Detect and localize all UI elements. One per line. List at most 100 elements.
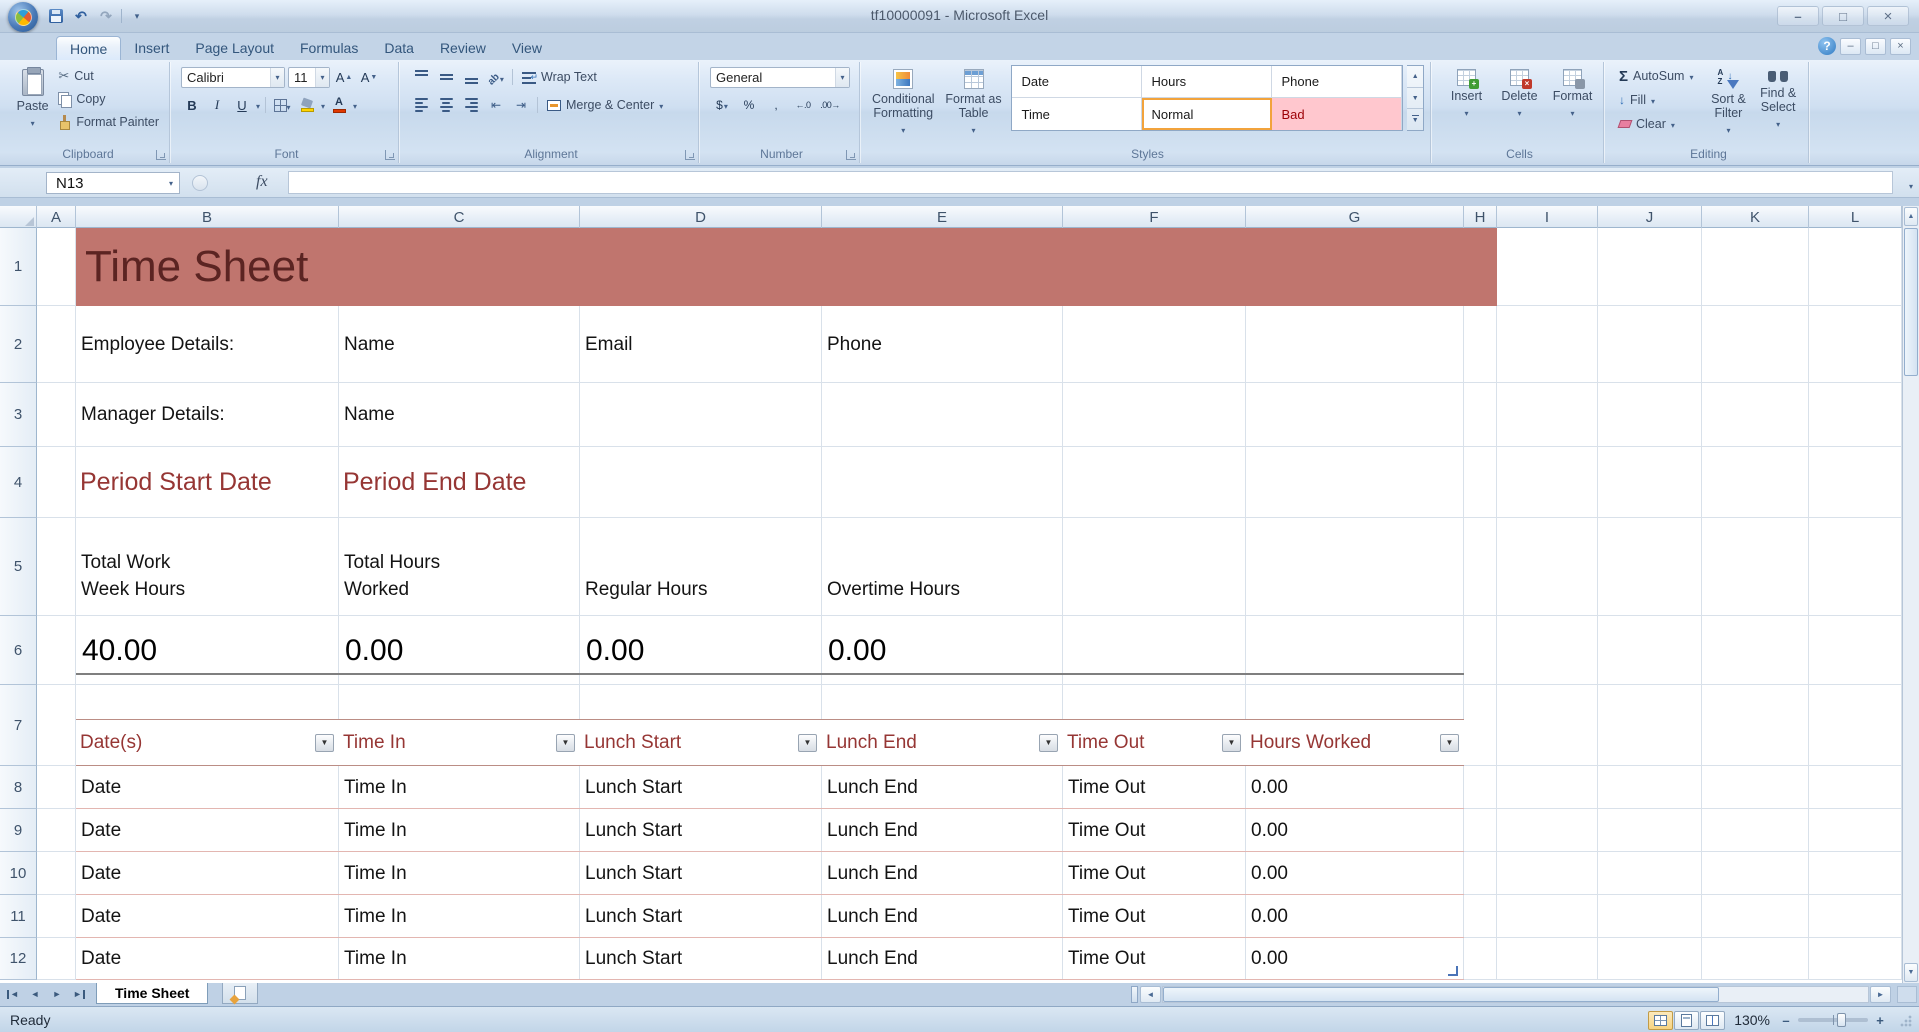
cell-J11[interactable]: [1598, 895, 1702, 938]
cell-content-C7[interactable]: Time In▼: [339, 719, 580, 766]
column-header-I[interactable]: I: [1497, 206, 1598, 228]
tab-review[interactable]: Review: [427, 36, 499, 60]
increase-decimal-button[interactable]: ←.0: [791, 95, 815, 116]
cell-A10[interactable]: [37, 852, 76, 895]
scroll-left-button[interactable]: ◄: [1140, 986, 1161, 1003]
workbook-close-button[interactable]: ×: [1890, 38, 1911, 55]
grow-font-button[interactable]: A▲: [333, 66, 355, 88]
fill-button[interactable]: Fill: [1615, 89, 1703, 111]
cell-E3[interactable]: [822, 383, 1063, 447]
page-layout-view-button[interactable]: [1674, 1011, 1699, 1030]
cell-I10[interactable]: [1497, 852, 1598, 895]
cell-content-D2[interactable]: Email: [580, 306, 822, 383]
cell-content-B6[interactable]: [76, 616, 1464, 675]
wrap-text-button[interactable]: Wrap Text: [518, 66, 601, 88]
styles-scroll-up-icon[interactable]: ▲: [1407, 66, 1423, 88]
cell-content-B5[interactable]: Total Work Week Hours: [76, 518, 339, 616]
scroll-up-button[interactable]: ▲: [1904, 207, 1918, 226]
cell-A9[interactable]: [37, 809, 76, 852]
bold-button[interactable]: B: [181, 94, 203, 116]
underline-button[interactable]: U: [231, 94, 253, 116]
cell-K1[interactable]: [1702, 228, 1809, 306]
format-cells-button[interactable]: Format: [1548, 65, 1597, 143]
tab-data[interactable]: Data: [371, 36, 427, 60]
formula-bar-expand-button[interactable]: [1909, 176, 1913, 194]
cell-I3[interactable]: [1497, 383, 1598, 447]
cell-content-D7[interactable]: Lunch Start▼: [580, 719, 822, 766]
cell-H9[interactable]: [1464, 809, 1497, 852]
cell-F3[interactable]: [1063, 383, 1246, 447]
resize-grip[interactable]: [1900, 1014, 1913, 1027]
row-header-5[interactable]: 5: [0, 518, 37, 616]
cell-L6[interactable]: [1809, 616, 1902, 685]
cell-content-B1[interactable]: Time Sheet: [76, 228, 1497, 306]
cell-L4[interactable]: [1809, 447, 1902, 518]
paste-button[interactable]: Paste: [13, 65, 52, 143]
cell-A5[interactable]: [37, 518, 76, 616]
cell-D3[interactable]: [580, 383, 822, 447]
cell-content-C2[interactable]: Name: [339, 306, 580, 383]
cell-content-B8[interactable]: [76, 766, 1464, 809]
cell-H6[interactable]: [1464, 616, 1497, 685]
minimize-button[interactable]: [1777, 6, 1819, 26]
cell-A12[interactable]: [37, 938, 76, 980]
cell-content-B4[interactable]: Period Start Date: [76, 447, 339, 518]
close-button[interactable]: [1867, 6, 1909, 26]
cell-style-time[interactable]: Time: [1012, 98, 1142, 130]
filter-button-E7[interactable]: ▼: [1039, 734, 1058, 752]
cell-I5[interactable]: [1497, 518, 1598, 616]
format-as-table-button[interactable]: Format as Table: [940, 65, 1008, 143]
cell-content-C4[interactable]: Period End Date: [339, 447, 580, 518]
conditional-formatting-button[interactable]: Conditional Formatting: [871, 65, 936, 143]
merge-center-button[interactable]: Merge & Center: [543, 94, 667, 116]
shrink-font-button[interactable]: A▼: [358, 66, 380, 88]
cell-H5[interactable]: [1464, 518, 1497, 616]
row-header-7[interactable]: 7: [0, 685, 37, 766]
cell-I6[interactable]: [1497, 616, 1598, 685]
sort-filter-button[interactable]: AZ↓ Sort & Filter: [1705, 65, 1753, 143]
cell-F5[interactable]: [1063, 518, 1246, 616]
autosum-button[interactable]: Σ AutoSum: [1615, 65, 1703, 87]
zoom-level[interactable]: 130%: [1734, 1012, 1770, 1028]
cell-H4[interactable]: [1464, 447, 1497, 518]
cell-K12[interactable]: [1702, 938, 1809, 980]
fill-color-button[interactable]: [296, 94, 318, 116]
cell-K7[interactable]: [1702, 685, 1809, 766]
cell-H8[interactable]: [1464, 766, 1497, 809]
column-header-E[interactable]: E: [822, 206, 1063, 228]
cell-A8[interactable]: [37, 766, 76, 809]
column-header-B[interactable]: B: [76, 206, 339, 228]
cell-I7[interactable]: [1497, 685, 1598, 766]
cell-I11[interactable]: [1497, 895, 1598, 938]
align-center-button[interactable]: [435, 94, 457, 116]
column-header-J[interactable]: J: [1598, 206, 1702, 228]
select-all-corner[interactable]: [0, 206, 37, 228]
styles-more-icon[interactable]: ▼: [1407, 109, 1423, 130]
cell-J5[interactable]: [1598, 518, 1702, 616]
cell-A4[interactable]: [37, 447, 76, 518]
cell-K9[interactable]: [1702, 809, 1809, 852]
cell-I4[interactable]: [1497, 447, 1598, 518]
align-left-button[interactable]: [410, 94, 432, 116]
row-header-11[interactable]: 11: [0, 895, 37, 938]
cell-H7[interactable]: [1464, 685, 1497, 766]
orientation-button[interactable]: [485, 66, 507, 88]
borders-button[interactable]: [271, 94, 293, 116]
cell-J3[interactable]: [1598, 383, 1702, 447]
cell-I2[interactable]: [1497, 306, 1598, 383]
workbook-restore-button[interactable]: □: [1865, 38, 1886, 55]
cell-style-date[interactable]: Date: [1012, 66, 1142, 98]
row-header-3[interactable]: 3: [0, 383, 37, 447]
cell-L11[interactable]: [1809, 895, 1902, 938]
cell-K11[interactable]: [1702, 895, 1809, 938]
insert-cells-button[interactable]: + Insert: [1442, 65, 1491, 143]
horizontal-scroll-thumb[interactable]: [1163, 987, 1719, 1002]
first-sheet-button[interactable]: ◄: [2, 984, 24, 1004]
insert-function-button[interactable]: fx: [256, 173, 268, 191]
cell-I9[interactable]: [1497, 809, 1598, 852]
cell-F2[interactable]: [1063, 306, 1246, 383]
copy-button[interactable]: Copy: [54, 88, 163, 110]
cell-L1[interactable]: [1809, 228, 1902, 306]
cell-A6[interactable]: [37, 616, 76, 685]
tab-view[interactable]: View: [499, 36, 555, 60]
